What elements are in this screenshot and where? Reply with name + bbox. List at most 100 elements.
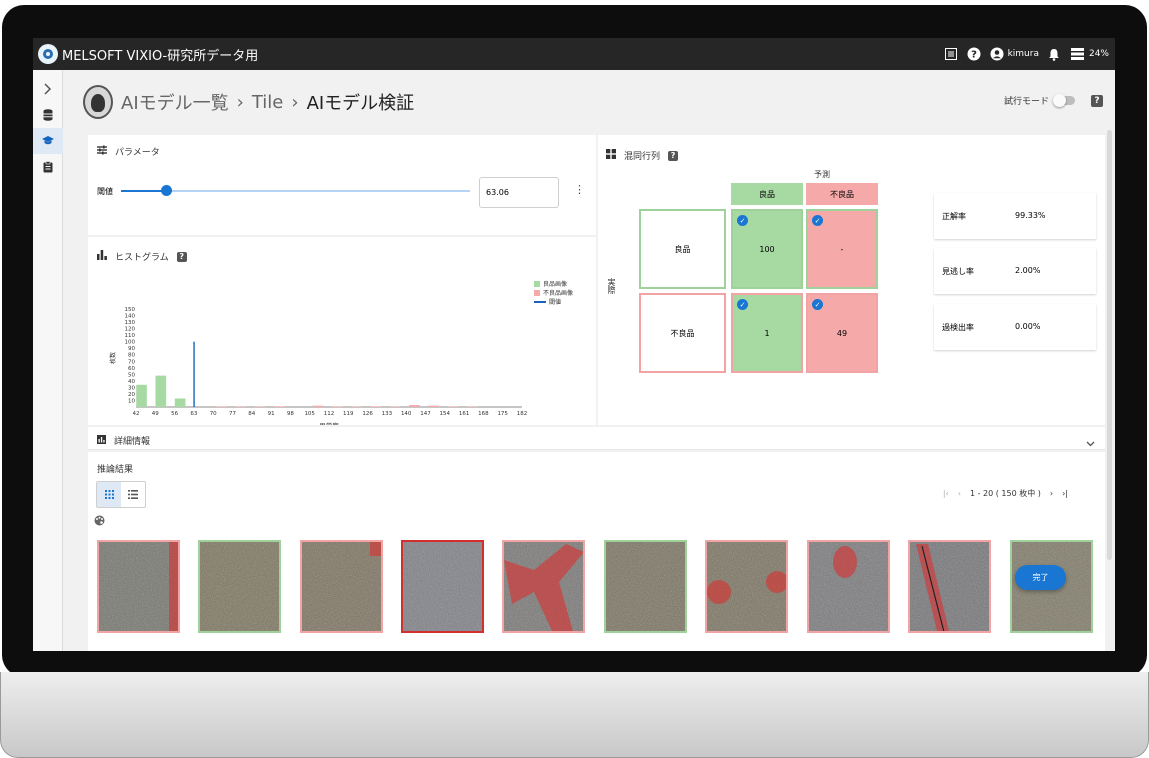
clipboard-icon[interactable] (33, 154, 63, 180)
result-thumbnail[interactable] (604, 540, 687, 633)
legend-swatch-threshold (534, 300, 546, 303)
x-tick-label: 133 (382, 411, 393, 417)
cell-true-good[interactable]: ✓ 100 (731, 209, 803, 289)
result-thumbnail[interactable] (300, 540, 383, 633)
histogram-bar-good (155, 375, 167, 407)
histogram-bar-bad (235, 406, 247, 407)
database-icon[interactable] (33, 102, 63, 128)
x-tick-label: 182 (517, 411, 528, 417)
x-tick-label: 147 (420, 411, 431, 417)
top-bar: MELSOFT VIXIO-研究所データ用 ? kimura 24% (33, 38, 1115, 70)
metric-over-detection: 過検出率 0.00% (934, 304, 1096, 350)
done-button[interactable]: 完了 (1015, 565, 1066, 590)
histogram-bar-bad (216, 406, 227, 407)
monitor-chin (0, 672, 1149, 758)
next-page-icon[interactable]: › (1050, 489, 1053, 498)
x-tick-label: 42 (133, 411, 140, 417)
grid-view-icon (104, 490, 114, 499)
trial-mode: 試行モード ? (1004, 94, 1103, 107)
histogram-bar-bad (389, 406, 401, 407)
parameter-card: パラメータ 閾値 63.06 ⋮ (88, 135, 596, 235)
cell-bad-as-good[interactable]: ✓ 1 (731, 293, 803, 373)
breadcrumb-tile[interactable]: Tile (252, 92, 284, 113)
trial-mode-label: 試行モード (1003, 97, 1049, 107)
bar-chart-icon (97, 434, 106, 447)
y-tick-label: 40 (128, 379, 135, 385)
legend-swatch-bad (534, 289, 540, 296)
model-school-icon[interactable] (33, 128, 63, 154)
y-tick-label: 50 (128, 372, 135, 378)
app-screen: MELSOFT VIXIO-研究所データ用 ? kimura 24% AIモデル… (33, 38, 1115, 651)
details-panel-header[interactable]: 詳細情報 (88, 427, 1105, 450)
palette-icon[interactable] (94, 515, 105, 529)
first-page-icon[interactable]: |‹ (943, 489, 949, 498)
result-thumbnail[interactable] (401, 540, 484, 633)
x-tick-label: 140 (401, 411, 412, 417)
cell-true-bad[interactable]: ✓ 49 (806, 293, 878, 373)
trial-mode-toggle[interactable] (1053, 94, 1075, 107)
threshold-slider[interactable] (121, 185, 470, 196)
expand-more-icon[interactable] (1086, 432, 1095, 451)
x-tick-label: 98 (287, 411, 294, 417)
y-tick-label: 100 (125, 340, 136, 346)
result-thumbnail[interactable] (908, 540, 991, 633)
results-panel: 推論結果 |‹ ‹ 1 - 20 ( 150 枚中 ) › ›| 完了 (88, 452, 1105, 651)
histogram-legend: 良品画像 不良品画像 閾値 (534, 279, 573, 306)
threshold-slider-fill (121, 190, 167, 192)
grid-view-button[interactable] (97, 482, 121, 507)
legend-swatch-good (534, 280, 540, 287)
histogram-bar-bad (254, 406, 266, 407)
breadcrumb-model-list[interactable]: AIモデル一覧 (121, 89, 229, 115)
y-tick-label: 60 (128, 366, 135, 372)
help-icon[interactable]: ? (668, 150, 679, 161)
y-tick-label: 120 (125, 327, 136, 333)
pagination-range: 1 - 20 ( 150 枚中 ) (969, 489, 1041, 498)
previous-page-icon[interactable]: ‹ (958, 489, 961, 498)
pagination: |‹ ‹ 1 - 20 ( 150 枚中 ) › ›| (943, 488, 1068, 499)
cell-good-as-bad[interactable]: ✓ - (806, 209, 878, 289)
histogram-bar-bad (331, 406, 343, 407)
list-view-icon[interactable] (944, 47, 959, 62)
result-thumbnail[interactable] (807, 540, 890, 633)
histogram-bar-bad (351, 406, 362, 407)
details-title: 詳細情報 (114, 437, 151, 447)
histogram-bar-bad (467, 406, 478, 407)
result-thumbnail[interactable] (705, 540, 788, 633)
storage-icon[interactable] (1070, 47, 1085, 62)
grid-icon (606, 149, 616, 162)
user-name[interactable]: kimura (1008, 49, 1039, 59)
breadcrumb-separator-icon: › (291, 91, 299, 113)
metric-miss-rate: 見逃し率 2.00% (934, 248, 1096, 294)
x-tick-label: 84 (248, 411, 255, 417)
histogram-chart: 10203040506070809010011012013014015042 49… (109, 307, 528, 425)
y-tick-label: 110 (125, 333, 136, 339)
view-toggle (96, 481, 146, 508)
result-thumbnail[interactable] (502, 540, 585, 633)
help-icon[interactable]: ? (1091, 94, 1103, 107)
histogram-card: ヒストグラム ? 10 20 30 40 50 60 70 80 90 100 110 120 130 1… (88, 237, 596, 425)
column-header-bad: 不良品 (806, 183, 878, 205)
y-axis-label: 枚数 (109, 352, 117, 364)
result-thumbnail[interactable] (198, 540, 281, 633)
threshold-input[interactable]: 63.06 (479, 177, 559, 208)
account-icon[interactable] (990, 47, 1005, 62)
more-vert-icon[interactable]: ⋮ (574, 183, 585, 196)
check-circle-icon: ✓ (812, 215, 823, 226)
y-tick-label: 80 (128, 353, 135, 359)
page-scrollbar[interactable] (1107, 130, 1112, 560)
page-title: AIモデル検証 (306, 93, 415, 114)
x-tick-label: 63 (190, 411, 197, 417)
tune-icon (97, 145, 107, 158)
x-tick-label: 161 (459, 411, 470, 417)
list-view-button[interactable] (121, 482, 145, 507)
last-page-icon[interactable]: ›| (1062, 489, 1068, 498)
bell-icon[interactable] (1047, 47, 1062, 62)
expand-chevron-icon[interactable] (33, 76, 63, 102)
threshold-slider-thumb[interactable] (161, 185, 173, 196)
results-title: 推論結果 (97, 465, 134, 475)
help-circle-icon[interactable]: ? (967, 47, 982, 62)
column-header-good: 良品 (731, 183, 803, 205)
legend-good: 良品画像 (543, 281, 568, 288)
legend-threshold: 閾値 (549, 299, 562, 306)
result-thumbnail[interactable] (97, 540, 180, 633)
